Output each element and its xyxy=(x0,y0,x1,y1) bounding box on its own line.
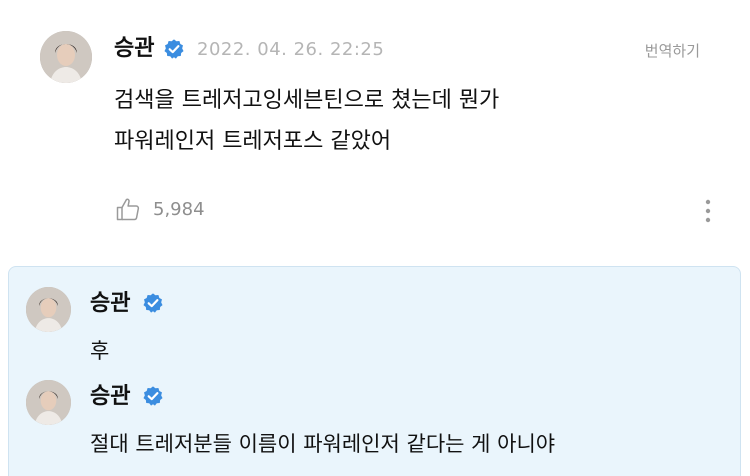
reply-item: 승관 후 xyxy=(9,267,740,367)
author-avatar[interactable] xyxy=(40,31,92,83)
translate-button[interactable]: 번역하기 xyxy=(645,41,700,61)
author-name[interactable]: 승관 xyxy=(114,36,154,62)
page: 승관 2022. 04. 26. 22:25 번역하기 검색을 트레저고잉세븐틴… xyxy=(0,0,750,476)
reply-author-avatar[interactable] xyxy=(26,380,71,425)
post-timestamp: 2022. 04. 26. 22:25 xyxy=(197,39,385,60)
reply-author-name[interactable]: 승관 xyxy=(90,384,130,410)
verified-badge-icon xyxy=(143,293,163,313)
reply-item: 승관 절대 트레저분들 이름이 파워레인저 같다는 게 아니야 xyxy=(9,360,740,460)
more-options-icon[interactable] xyxy=(700,196,716,226)
post: 승관 2022. 04. 26. 22:25 번역하기 검색을 트레저고잉세븐틴… xyxy=(0,0,750,256)
avatar-image xyxy=(26,287,71,332)
avatar-image xyxy=(40,31,92,83)
reply-author-avatar[interactable] xyxy=(26,287,71,332)
verified-badge-icon xyxy=(143,386,163,406)
reply-text: 절대 트레저분들 이름이 파워레인저 같다는 게 아니야 xyxy=(90,432,556,456)
post-body: 검색을 트레저고잉세븐틴으로 쳤는데 뭔가 파워레인저 트레저포스 같았어 xyxy=(114,88,500,154)
avatar-image xyxy=(26,380,71,425)
like-count: 5,984 xyxy=(153,199,205,220)
verified-badge-icon xyxy=(164,39,184,59)
like-thumbs-up-icon[interactable] xyxy=(115,196,141,222)
reply-thread: 승관 후 승관 절대 트레저분들 이름이 파워레인저 같다는 게 아니야 xyxy=(8,266,741,476)
reply-author-name[interactable]: 승관 xyxy=(90,291,130,317)
